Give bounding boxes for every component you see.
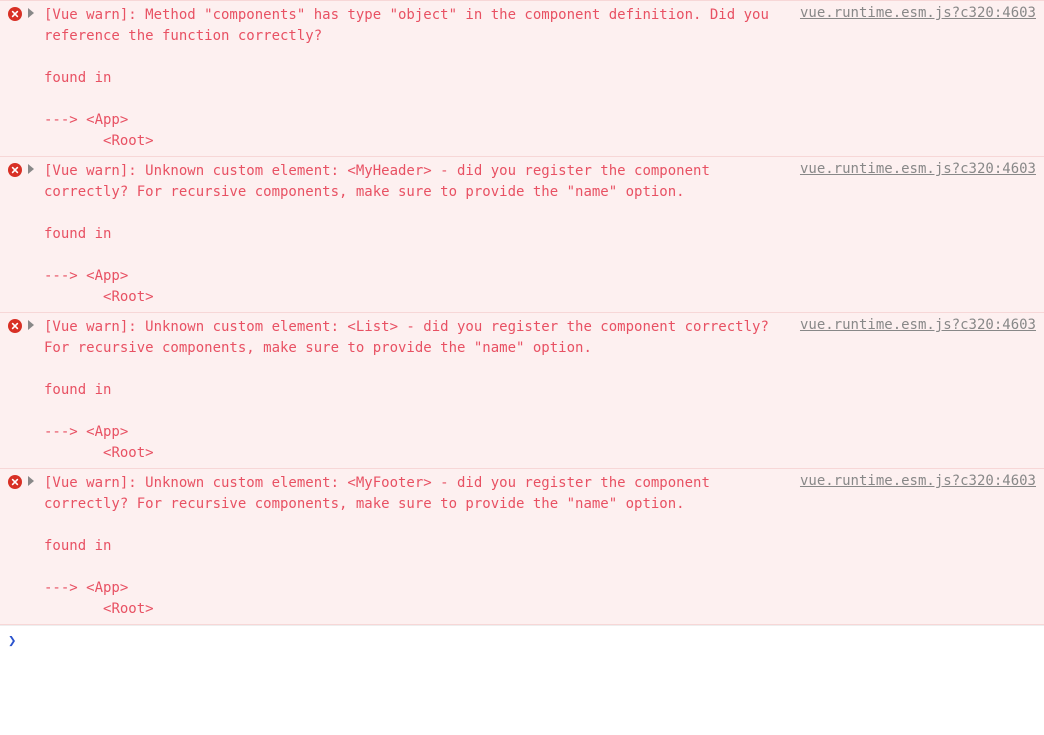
expand-arrow-icon[interactable] xyxy=(28,473,38,486)
error-message: [Vue warn]: Unknown custom element: <MyF… xyxy=(44,473,786,620)
console-panel: [Vue warn]: Method "components" has type… xyxy=(0,0,1044,656)
source-link[interactable]: vue.runtime.esm.js?c320:4603 xyxy=(792,5,1036,21)
prompt-chevron-icon: ❯ xyxy=(8,633,16,649)
console-input[interactable] xyxy=(22,632,1036,650)
expand-arrow-icon[interactable] xyxy=(28,5,38,18)
expand-arrow-icon[interactable] xyxy=(28,317,38,330)
source-link[interactable]: vue.runtime.esm.js?c320:4603 xyxy=(792,317,1036,333)
error-icon xyxy=(8,161,22,177)
error-icon xyxy=(8,473,22,489)
console-prompt[interactable]: ❯ xyxy=(0,625,1044,656)
console-error-entry[interactable]: [Vue warn]: Method "components" has type… xyxy=(0,0,1044,157)
console-error-entry[interactable]: [Vue warn]: Unknown custom element: <MyH… xyxy=(0,156,1044,313)
error-icon xyxy=(8,317,22,333)
source-link[interactable]: vue.runtime.esm.js?c320:4603 xyxy=(792,161,1036,177)
error-message: [Vue warn]: Unknown custom element: <Lis… xyxy=(44,317,786,464)
error-message: [Vue warn]: Unknown custom element: <MyH… xyxy=(44,161,786,308)
source-link[interactable]: vue.runtime.esm.js?c320:4603 xyxy=(792,473,1036,489)
expand-arrow-icon[interactable] xyxy=(28,161,38,174)
error-icon xyxy=(8,5,22,21)
console-error-entry[interactable]: [Vue warn]: Unknown custom element: <MyF… xyxy=(0,468,1044,625)
error-message: [Vue warn]: Method "components" has type… xyxy=(44,5,786,152)
console-error-entry[interactable]: [Vue warn]: Unknown custom element: <Lis… xyxy=(0,312,1044,469)
